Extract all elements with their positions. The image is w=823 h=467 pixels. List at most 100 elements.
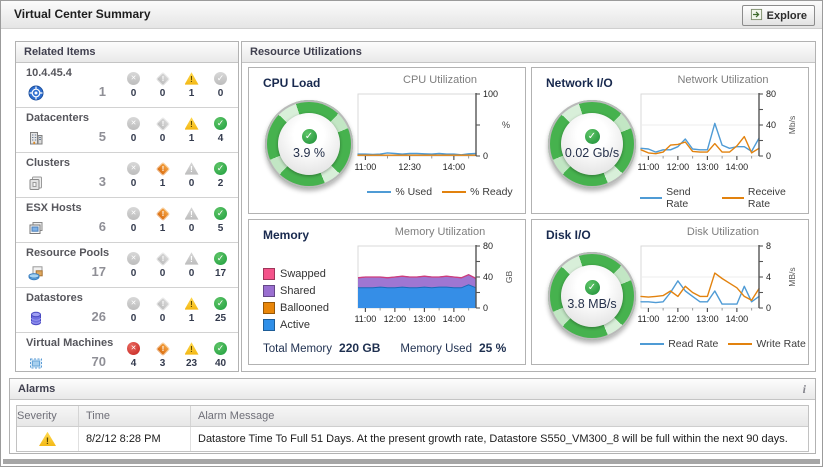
explore-button[interactable]: Explore (742, 5, 815, 26)
normal-icon[interactable] (214, 342, 227, 355)
warning-icon[interactable] (185, 72, 199, 85)
svg-text:100: 100 (483, 89, 498, 99)
svg-text:40: 40 (766, 120, 776, 130)
fatal-icon[interactable] (127, 72, 140, 85)
fatal-count: 0 (131, 313, 137, 324)
critical-icon[interactable] (155, 296, 169, 310)
esx-host-icon (28, 220, 44, 236)
warning-count: 1 (189, 133, 195, 144)
alarm-time: 8/2/12 8:28 PM (79, 427, 191, 451)
legend-color-swatch (263, 268, 275, 280)
alarms-header: Alarms i (10, 379, 815, 400)
warning-icon[interactable] (185, 342, 199, 355)
normal-count: 4 (218, 133, 224, 144)
memory-legend-item: Swapped (263, 268, 329, 280)
related-item-row-resource-pools[interactable]: Resource Pools 17 0 0 0 17 (16, 243, 238, 288)
legend-line-swatch (367, 191, 391, 193)
svg-text:14:00: 14:00 (726, 162, 749, 172)
resource-pool-icon (28, 265, 44, 281)
svg-text:11:00: 11:00 (637, 162, 659, 172)
fatal-icon[interactable] (127, 207, 140, 220)
warning-icon[interactable] (185, 117, 199, 130)
critical-icon[interactable] (155, 161, 169, 175)
svg-text:11:00: 11:00 (637, 314, 659, 324)
related-item-row-vcenter[interactable]: 10.4.45.4 1 0 0 1 0 (16, 63, 238, 108)
svg-text:12:00: 12:00 (667, 162, 690, 172)
warning-icon[interactable] (185, 252, 199, 265)
cluster-icon (28, 175, 44, 191)
normal-count: 40 (215, 358, 226, 369)
svg-text:40: 40 (483, 272, 493, 282)
item-count: 1 (64, 84, 106, 99)
legend-line-swatch (722, 197, 744, 199)
network-chart-legend: Send RateReceive Rate (640, 186, 806, 210)
related-item-row-clusters[interactable]: Clusters 3 0 1 0 2 (16, 153, 238, 198)
legend-color-swatch (263, 302, 275, 314)
critical-icon[interactable] (155, 206, 169, 220)
normal-icon[interactable] (214, 72, 227, 85)
item-label: Datastores (26, 292, 83, 304)
memory-legend-item: Ballooned (263, 302, 329, 314)
critical-icon[interactable] (155, 251, 169, 265)
svg-text:13:00: 13:00 (413, 314, 436, 324)
warning-icon[interactable] (185, 207, 199, 220)
cpu-chart-legend: % Used% Ready (367, 186, 512, 198)
fatal-icon[interactable] (127, 297, 140, 310)
related-item-row-datacenters[interactable]: Datacenters 5 0 0 1 4 (16, 108, 238, 153)
legend-item: Receive Rate (722, 186, 806, 210)
alarms-panel: Alarms i Severity Time Alarm Message 8/2… (9, 378, 816, 454)
fatal-count: 4 (131, 358, 137, 369)
alarm-message: Datastore Time To Full 51 Days. At the p… (191, 427, 808, 451)
svg-text:8: 8 (766, 241, 771, 251)
warning-count: 1 (189, 88, 195, 99)
chart-title: Disk Utilization (687, 226, 759, 241)
vcenter-icon (28, 85, 44, 101)
warning-count: 0 (189, 268, 195, 279)
normal-icon[interactable] (214, 117, 227, 130)
info-icon[interactable]: i (803, 379, 806, 399)
critical-icon[interactable] (155, 341, 169, 355)
related-item-row-esx-hosts[interactable]: ESX Hosts 6 0 1 0 5 (16, 198, 238, 243)
svg-text:0: 0 (766, 303, 771, 313)
fatal-icon[interactable] (127, 252, 140, 265)
alarm-row[interactable]: 8/2/12 8:28 PM Datastore Time To Full 51… (17, 427, 808, 451)
disk-chart-svg: 04811:0012:0013:0014:00MB/s (637, 241, 809, 337)
svg-text:80: 80 (766, 89, 776, 99)
svg-text:11:00: 11:00 (354, 162, 376, 172)
critical-icon[interactable] (155, 116, 169, 130)
disk-gauge-value: 3.8 MB/s (567, 297, 616, 311)
memory-title: Memory (263, 228, 309, 242)
related-items-panel: Related Items 10.4.45.4 1 0 0 1 0 Datace… (15, 41, 239, 372)
normal-icon[interactable] (214, 252, 227, 265)
normal-count: 17 (215, 268, 226, 279)
memory-legend: SwappedSharedBalloonedActive (263, 268, 329, 331)
normal-icon[interactable] (214, 207, 227, 220)
warning-icon[interactable] (185, 297, 199, 310)
svg-text:12:30: 12:30 (398, 162, 421, 172)
critical-icon[interactable] (155, 71, 169, 85)
related-item-row-datastores[interactable]: Datastores 26 0 0 1 25 (16, 288, 238, 333)
network-gauge-value: 0.02 Gb/s (565, 146, 619, 160)
related-item-row-virtual-machines[interactable]: Virtual Machines 70 4 3 23 40 (16, 333, 238, 377)
fatal-icon[interactable] (127, 162, 140, 175)
cpu-load-gauge: ✓ 3.9 % (265, 100, 353, 188)
svg-text:4: 4 (766, 272, 771, 282)
fatal-icon[interactable] (127, 117, 140, 130)
network-quadrant: Network I/O ✓ 0.02 Gb/s Network Utilizat… (531, 67, 809, 214)
item-label: Resource Pools (26, 247, 109, 259)
critical-count: 3 (160, 358, 166, 369)
normal-icon[interactable] (214, 162, 227, 175)
item-count: 17 (64, 264, 106, 279)
explore-icon (750, 8, 763, 24)
warning-icon[interactable] (185, 162, 199, 175)
item-label: ESX Hosts (26, 202, 82, 214)
virtual-machine-icon (28, 355, 44, 371)
legend-item: Write Rate (728, 338, 805, 350)
normal-icon[interactable] (214, 297, 227, 310)
svg-text:MB/s: MB/s (787, 267, 797, 286)
memory-used-label: Memory Used (400, 343, 472, 355)
fatal-icon[interactable] (127, 342, 140, 355)
cpu-gauge-value: 3.9 % (293, 146, 325, 160)
memory-legend-item: Shared (263, 285, 329, 297)
svg-text:0: 0 (483, 151, 488, 161)
